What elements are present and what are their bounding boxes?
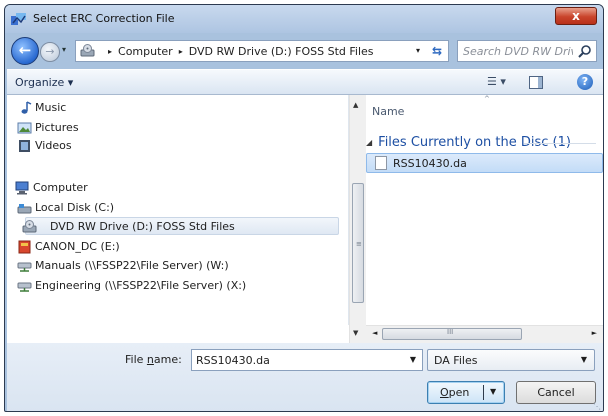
- sidebar-item-local-disk[interactable]: Local Disk (C:): [17, 199, 115, 217]
- file-icon: [375, 156, 387, 170]
- cancel-button[interactable]: Cancel: [516, 381, 596, 404]
- sidebar-item-label: Pictures: [35, 121, 79, 134]
- breadcrumb-computer[interactable]: Computer: [118, 45, 173, 58]
- forward-button[interactable]: →: [40, 42, 60, 62]
- forward-arrow-icon: →: [45, 45, 55, 58]
- file-list-pane[interactable]: ^ Name ◢ Files Currently on the Disc (1) …: [366, 95, 603, 325]
- sidebar-item-label: Videos: [35, 139, 72, 152]
- help-icon[interactable]: ?: [577, 74, 593, 90]
- recent-locations-dropdown-icon[interactable]: ▾: [62, 45, 66, 54]
- sidebar-item-pictures[interactable]: Pictures: [17, 119, 79, 137]
- preview-pane-icon[interactable]: [529, 76, 543, 89]
- sidebar-item-engineering[interactable]: Engineering (\\FSSP22\File Server) (X:): [17, 277, 247, 295]
- split-divider: [483, 385, 484, 400]
- computer-icon: [15, 181, 29, 195]
- breadcrumb-separator-icon[interactable]: ▸: [179, 47, 183, 56]
- organize-button[interactable]: Organize ▾: [15, 76, 73, 89]
- sidebar-item-music[interactable]: Music: [21, 99, 67, 117]
- sort-ascending-icon: ^: [484, 95, 490, 103]
- horizontal-scrollbar[interactable]: ◄ III ►: [366, 325, 603, 343]
- sidebar-item-videos[interactable]: Videos: [19, 137, 72, 155]
- dvd-drive-icon: [22, 220, 37, 233]
- file-name-label: File name:: [125, 353, 182, 366]
- open-button[interactable]: Open ▼: [427, 381, 505, 404]
- scroll-right-icon[interactable]: ►: [592, 329, 597, 337]
- scroll-left-icon[interactable]: ◄: [372, 329, 377, 337]
- dialog-footer: File name: RSS10430.da ▼ DA Files ▼ Open…: [7, 343, 603, 411]
- sidebar-item-manuals[interactable]: Manuals (\\FSSP22\File Server) (W:): [17, 257, 229, 275]
- sidebar-item-label: Local Disk (C:): [35, 201, 115, 214]
- navigation-pane-footer: [7, 325, 349, 343]
- close-button[interactable]: x: [555, 7, 597, 25]
- open-button-label: Open: [440, 386, 470, 399]
- back-button[interactable]: ←: [11, 37, 39, 65]
- sidebar-item-label: Engineering (\\FSSP22\File Server) (X:): [35, 279, 247, 292]
- videos-icon: [19, 140, 30, 152]
- search-input[interactable]: Search DVD RW Drive (...: [457, 40, 597, 62]
- file-type-value: DA Files: [434, 354, 478, 367]
- open-options-dropdown-icon[interactable]: ▼: [490, 387, 496, 396]
- address-dropdown-icon[interactable]: ▾: [416, 46, 420, 55]
- sidebar-item-dvd-drive[interactable]: DVD RW Drive (D:) FOSS Std Files: [22, 217, 339, 235]
- network-drive-icon: [17, 282, 32, 292]
- breadcrumb-separator-icon[interactable]: ▸: [108, 47, 112, 56]
- chevron-down-icon: ▼: [580, 355, 587, 364]
- sidebar-item-label: CANON_DC (E:): [35, 240, 120, 253]
- file-name-value: RSS10430.da: [196, 354, 270, 367]
- chevron-down-icon[interactable]: ▼: [410, 355, 416, 364]
- pictures-icon: [17, 122, 32, 134]
- breadcrumb-dvd-drive[interactable]: DVD RW Drive (D:) FOSS Std Files: [189, 45, 374, 58]
- scrollbar-grip-icon: ≡: [356, 240, 362, 248]
- search-icon[interactable]: [578, 44, 592, 58]
- scrollbar-thumb[interactable]: III: [382, 328, 522, 340]
- address-bar[interactable]: ▸ Computer ▸ DVD RW Drive (D:) FOSS Std Fil…: [75, 40, 449, 62]
- change-view-button[interactable]: ☰ ▾: [487, 75, 506, 88]
- file-name: RSS10430.da: [393, 157, 467, 170]
- sidebar-item-canon-dc[interactable]: CANON_DC (E:): [18, 238, 120, 256]
- sidebar-item-label: Music: [35, 101, 67, 114]
- file-dialog-window: Select ERC Correction File x ← → ▾ ▸ Comp…: [4, 4, 604, 412]
- scrollbar-thumb[interactable]: ≡: [352, 183, 364, 303]
- dvd-drive-icon: [80, 44, 95, 57]
- window-title: Select ERC Correction File: [33, 12, 175, 25]
- removable-drive-icon: [18, 240, 31, 254]
- app-icon: [11, 13, 26, 25]
- file-list-item[interactable]: RSS10430.da: [366, 153, 603, 173]
- back-arrow-icon: ←: [18, 41, 32, 59]
- breadcrumb: ▸ Computer ▸ DVD RW Drive (D:) FOSS Std Fil…: [102, 45, 374, 58]
- address-row: ← → ▾ ▸ Computer ▸ DVD RW Drive (D:) FOSS S…: [5, 37, 603, 65]
- group-divider: [524, 143, 596, 144]
- scroll-down-icon[interactable]: ▼: [353, 329, 358, 337]
- search-placeholder: Search DVD RW Drive (...: [463, 45, 573, 58]
- column-header-name[interactable]: Name: [372, 105, 404, 118]
- sidebar-item-label: DVD RW Drive (D:) FOSS Std Files: [50, 220, 235, 233]
- local-disk-icon: [17, 204, 32, 214]
- collapse-group-icon[interactable]: ◢: [366, 138, 372, 147]
- close-icon: x: [572, 9, 580, 23]
- file-type-select[interactable]: DA Files ▼: [427, 349, 595, 371]
- navigation-pane[interactable]: Music Pictures Videos Computer Local Dis…: [7, 95, 349, 325]
- scroll-up-icon[interactable]: ▲: [353, 101, 358, 109]
- sidebar-item-label: Manuals (\\FSSP22\File Server) (W:): [35, 259, 229, 272]
- scrollbar-grip-icon: III: [447, 328, 454, 336]
- network-drive-icon: [17, 262, 32, 272]
- sidebar-item-computer[interactable]: Computer: [15, 179, 88, 197]
- sidebar-item-label: Computer: [33, 181, 88, 194]
- resize-grip-icon[interactable]: ⋱: [593, 402, 601, 411]
- toolbar: Organize ▾ ☰ ▾ ?: [7, 69, 603, 95]
- music-icon: [21, 101, 32, 114]
- refresh-icon[interactable]: ⇆: [432, 44, 442, 58]
- vertical-scrollbar[interactable]: ▲ ≡ ▼: [349, 95, 366, 343]
- file-name-input[interactable]: RSS10430.da ▼: [191, 349, 423, 371]
- title-bar[interactable]: Select ERC Correction File x: [5, 5, 603, 33]
